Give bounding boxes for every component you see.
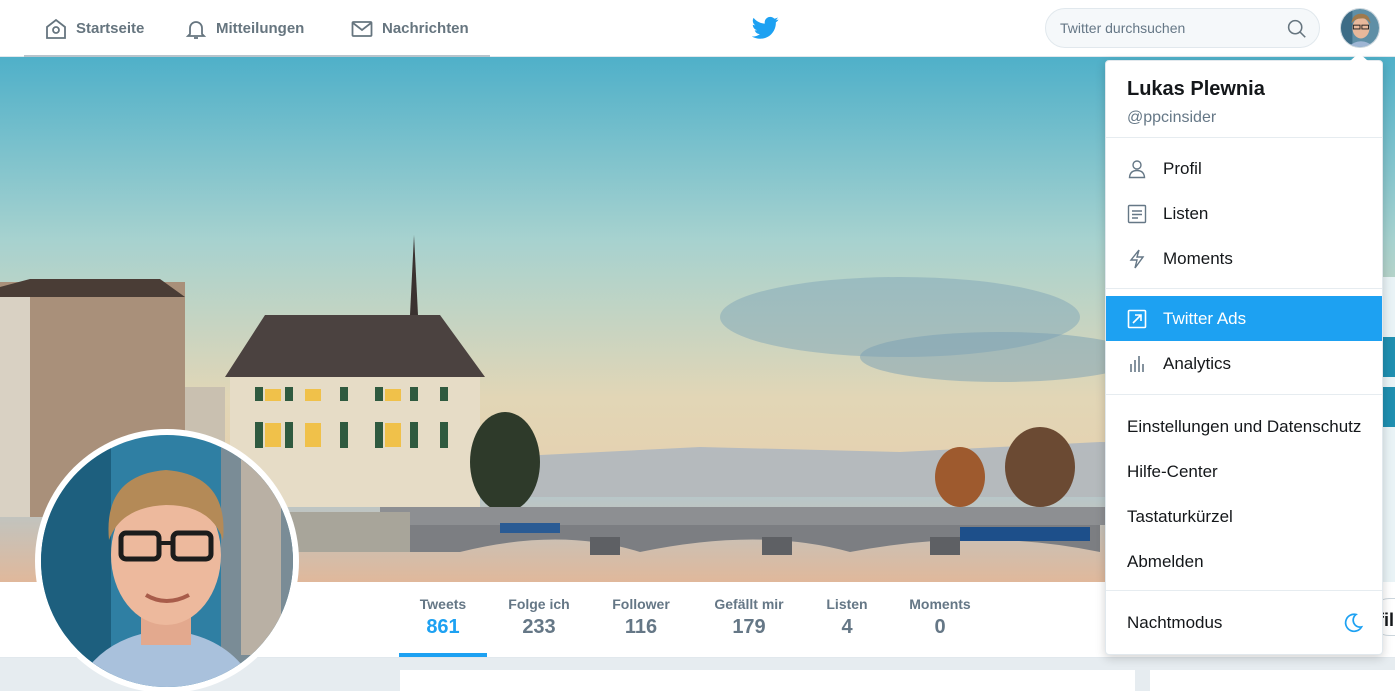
menu-item-settings[interactable]: Einstellungen und Datenschutz <box>1106 404 1382 449</box>
stat-value: 861 <box>426 616 460 638</box>
menu-item-moments[interactable]: Moments <box>1106 236 1382 281</box>
menu-item-analytics[interactable]: Analytics <box>1106 341 1382 386</box>
nav-divider <box>24 55 490 57</box>
twitter-bird-icon[interactable] <box>752 16 779 40</box>
menu-item-label: Tastaturkürzel <box>1127 506 1233 526</box>
stat-label: Tweets <box>419 596 467 612</box>
user-icon <box>1128 159 1146 178</box>
search-input[interactable] <box>1060 9 1280 47</box>
menu-item-label: Nachtmodus <box>1127 612 1223 632</box>
search-icon[interactable] <box>1286 18 1307 39</box>
avatar-photo <box>1341 9 1379 47</box>
account-avatar-button[interactable] <box>1340 8 1380 48</box>
menu-item-help-center[interactable]: Hilfe-Center <box>1106 449 1382 494</box>
bar-chart-icon <box>1130 355 1144 372</box>
active-tab-indicator <box>399 653 487 657</box>
lightning-icon <box>1129 249 1145 268</box>
stat-label: Listen <box>826 596 868 612</box>
menu-item-label: Twitter Ads <box>1163 308 1247 328</box>
profile-photo <box>41 435 293 687</box>
nav-messages[interactable]: Nachrichten <box>350 0 469 57</box>
stat-value: 116 <box>624 616 658 638</box>
menu-item-profile[interactable]: Profil <box>1106 146 1382 191</box>
stat-value: 0 <box>934 616 946 638</box>
external-arrow-icon <box>1127 309 1147 328</box>
stat-label: Folge ich <box>508 596 570 612</box>
menu-item-twitter-ads[interactable]: Twitter Ads <box>1106 296 1382 341</box>
stat-value: 179 <box>732 616 766 638</box>
menu-item-night-mode[interactable]: Nachtmodus <box>1106 600 1382 645</box>
menu-divider <box>1106 137 1382 138</box>
stat-label: Follower <box>612 596 670 612</box>
stat-label: Gefällt mir <box>714 596 784 612</box>
stat-likes[interactable]: Gefällt mir 179 <box>700 596 798 639</box>
menu-item-logout[interactable]: Abmelden <box>1106 539 1382 584</box>
nav-home[interactable]: Startseite <box>44 0 144 57</box>
stat-tweets[interactable]: Tweets 861 <box>399 596 487 639</box>
sidebar-card <box>1150 670 1395 691</box>
account-dropdown-menu: Lukas Plewnia @ppcinsider Profil Listen … <box>1105 60 1383 655</box>
dropdown-caret <box>1350 53 1368 61</box>
stat-value: 233 <box>522 616 556 638</box>
profile-avatar[interactable] <box>35 429 299 691</box>
menu-item-label: Einstellungen und Datenschutz <box>1127 416 1362 436</box>
list-icon <box>1127 204 1147 223</box>
nav-home-label: Startseite <box>76 20 145 37</box>
menu-divider <box>1106 288 1382 289</box>
menu-item-lists[interactable]: Listen <box>1106 191 1382 236</box>
stat-moments[interactable]: Moments 0 <box>896 596 984 639</box>
nav-messages-label: Nachrichten <box>382 20 469 37</box>
home-icon <box>46 18 66 39</box>
account-name[interactable]: Lukas Plewnia <box>1127 78 1265 101</box>
account-handle: @ppcinsider <box>1127 109 1217 126</box>
menu-item-label: Listen <box>1163 203 1209 223</box>
top-navigation-bar: Startseite Mitteilungen Nachrichten <box>0 0 1395 57</box>
stat-label: Moments <box>909 596 971 612</box>
moon-icon[interactable] <box>1342 612 1364 634</box>
menu-item-label: Moments <box>1163 248 1233 268</box>
menu-divider <box>1106 590 1382 591</box>
nav-notifications-label: Mitteilungen <box>216 20 305 37</box>
menu-item-label: Analytics <box>1163 353 1232 373</box>
timeline-card <box>400 670 1135 691</box>
menu-item-label: Hilfe-Center <box>1127 461 1218 481</box>
stat-lists[interactable]: Listen 4 <box>816 596 878 639</box>
menu-item-label: Profil <box>1163 158 1202 178</box>
stat-value: 4 <box>841 616 853 638</box>
envelope-icon <box>351 20 373 37</box>
bell-icon <box>185 20 207 39</box>
menu-divider <box>1106 394 1382 395</box>
stat-followers[interactable]: Follower 116 <box>600 596 682 639</box>
search-box[interactable] <box>1045 8 1320 48</box>
menu-item-label: Abmelden <box>1127 551 1204 571</box>
nav-notifications[interactable]: Mitteilungen <box>184 0 304 57</box>
menu-item-keyboard-shortcuts[interactable]: Tastaturkürzel <box>1106 494 1382 539</box>
stat-following[interactable]: Folge ich 233 <box>496 596 582 639</box>
